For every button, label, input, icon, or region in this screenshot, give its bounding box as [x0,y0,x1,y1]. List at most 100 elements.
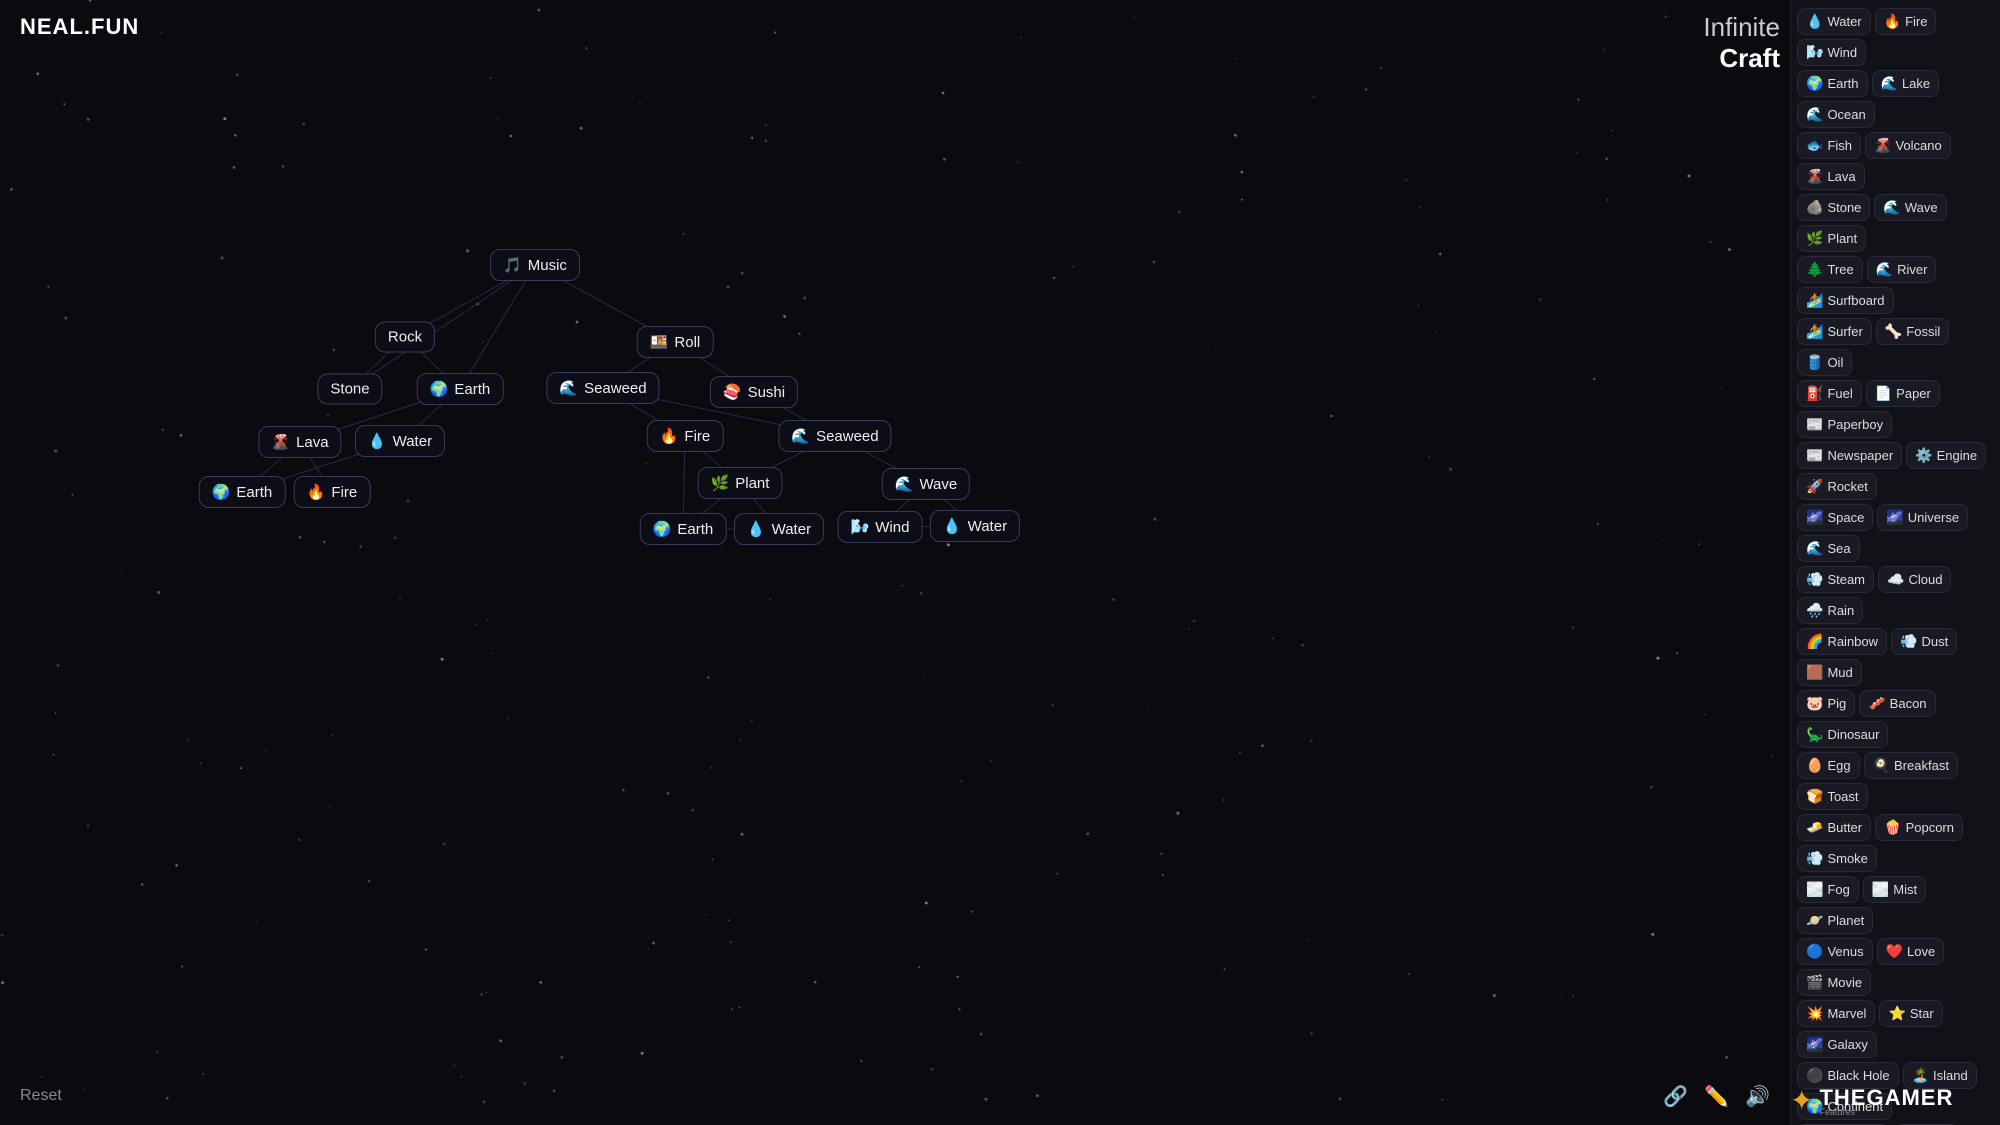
sidebar-element-marvel[interactable]: 💥Marvel [1797,1000,1875,1027]
sidebar-element-love[interactable]: ❤️Love [1877,938,1945,965]
edit-icon[interactable]: ✏️ [1704,1084,1729,1109]
node-icon: 🌊 [791,427,810,445]
node-earth3[interactable]: 🌍Earth [640,513,727,545]
sidebar-element-earth[interactable]: 🌍Earth [1797,70,1868,97]
sidebar-element-breakfast[interactable]: 🍳Breakfast [1864,752,1958,779]
node-fire1[interactable]: 🔥Fire [647,420,724,452]
sidebar-element-steam[interactable]: 💨Steam [1797,566,1874,593]
element-label: Space [1827,510,1864,525]
sound-icon[interactable]: 🔊 [1745,1084,1770,1109]
craft-canvas[interactable]: 🎵MusicRock🍱RollStone🌍Earth🌊Seaweed🍣Sushi… [0,0,1790,1125]
sidebar-element-rocket[interactable]: 🚀Rocket [1797,473,1877,500]
sidebar-element-water[interactable]: 💧Water [1797,8,1871,35]
sidebar-element-popcorn[interactable]: 🍿Popcorn [1875,814,1963,841]
sidebar-element-stone[interactable]: 🪨Stone [1797,194,1870,221]
sidebar-element-bacon[interactable]: 🥓Bacon [1859,690,1935,717]
sidebar-element-fog[interactable]: 🌫️Fog [1797,876,1859,903]
sidebar-element-lake[interactable]: 🌊Lake [1872,70,1940,97]
sidebar-element-engine[interactable]: ⚙️Engine [1906,442,1986,469]
node-water1[interactable]: 💧Water [355,425,445,457]
node-wind[interactable]: 🌬️Wind [838,511,923,543]
sidebar-element-wind[interactable]: 🌬️Wind [1797,39,1866,66]
sidebar-element-paper[interactable]: 📄 Paper [1866,380,1940,407]
sidebar-element-venus[interactable]: 🔵Venus [1797,938,1873,965]
element-label: Engine [1937,448,1977,463]
element-icon: 🌊 [1806,106,1823,123]
node-rock[interactable]: Rock [375,322,435,353]
element-label: Smoke [1827,851,1867,866]
sidebar-element-egg[interactable]: 🥚Egg [1797,752,1860,779]
node-label: Rock [388,329,422,346]
node-lava[interactable]: 🌋Lava [258,426,341,458]
node-water3[interactable]: 💧Water [930,510,1020,542]
element-label: Egg [1827,758,1850,773]
sidebar-element-planet[interactable]: 🪐Planet [1797,907,1873,934]
sidebar-element-lava[interactable]: 🌋Lava [1797,163,1865,190]
sidebar-element-paperboy[interactable]: 📰Paperboy [1797,411,1892,438]
sidebar-element-cloud[interactable]: ☁️Cloud [1878,566,1951,593]
node-icon: 🎵 [503,256,522,274]
sidebar-element-wave[interactable]: 🌊Wave [1874,194,1946,221]
sidebar-element-sea[interactable]: 🌊Sea [1797,535,1860,562]
sidebar-element-volcano[interactable]: 🌋 Volcano [1865,132,1951,159]
sidebar-element-river[interactable]: 🌊River [1867,256,1937,283]
element-icon: 🌋 [1806,168,1823,185]
node-wave[interactable]: 🌊Wave [882,468,970,500]
node-water2[interactable]: 💧Water [734,513,824,545]
element-icon: 📄 [1875,385,1892,402]
element-label: Fire [1905,14,1927,29]
node-roll[interactable]: 🍱Roll [637,326,714,358]
node-label: Seaweed [584,380,647,397]
sidebar-element-pig[interactable]: 🐷Pig [1797,690,1855,717]
node-icon: 🌊 [895,475,914,493]
sidebar-element-butter[interactable]: 🧈Butter [1797,814,1871,841]
element-label: Paper [1896,386,1931,401]
sidebar-element-smoke[interactable]: 💨Smoke [1797,845,1877,872]
node-fire2[interactable]: 🔥Fire [294,476,371,508]
sidebar-element-tree[interactable]: 🌲Tree [1797,256,1863,283]
element-icon: 🌋 [1874,137,1891,154]
sidebar-element-toast[interactable]: 🍞Toast [1797,783,1868,810]
element-icon: 🪐 [1806,912,1823,929]
sidebar-element-plant[interactable]: 🌿Plant [1797,225,1866,252]
sidebar-element-ocean[interactable]: 🌊Ocean [1797,101,1875,128]
sidebar-element-galaxy[interactable]: 🌌Galaxy [1797,1031,1877,1058]
sidebar-element-rainbow[interactable]: 🌈Rainbow [1797,628,1887,655]
node-icon: 💧 [747,520,766,538]
node-seaweed1[interactable]: 🌊Seaweed [546,372,659,404]
node-plant[interactable]: 🌿Plant [698,467,783,499]
sidebar-element-fossil[interactable]: 🦴Fossil [1876,318,1949,345]
elements-sidebar[interactable]: 💧Water🔥Fire🌬️Wind🌍Earth🌊Lake🌊Ocean🐟Fish🌋… [1790,0,2000,1125]
sidebar-element-dust[interactable]: 💨Dust [1891,628,1957,655]
sidebar-element-newspaper[interactable]: 📰Newspaper [1797,442,1902,469]
sidebar-element-mud[interactable]: 🟫Mud [1797,659,1862,686]
element-icon: 🌫️ [1806,881,1823,898]
element-label: Toast [1827,789,1858,804]
sidebar-element-surfer[interactable]: 🏄Surfer [1797,318,1872,345]
node-sushi[interactable]: 🍣Sushi [710,376,798,408]
sidebar-element-fire[interactable]: 🔥Fire [1875,8,1937,35]
node-stone[interactable]: Stone [317,374,382,405]
sidebar-element-fuel[interactable]: ⛽Fuel [1797,380,1862,407]
share-icon[interactable]: 🔗 [1663,1084,1688,1109]
reset-button[interactable]: Reset [20,1087,62,1105]
sidebar-element-dinosaur[interactable]: 🦕Dinosaur [1797,721,1888,748]
node-music[interactable]: 🎵Music [490,249,580,281]
sidebar-element-rain[interactable]: 🌧️Rain [1797,597,1863,624]
node-label: Plant [735,475,769,492]
sidebar-element-surfboard[interactable]: 🏄Surfboard [1797,287,1894,314]
node-earth2[interactable]: 🌍Earth [199,476,286,508]
sidebar-element-fish[interactable]: 🐟Fish [1797,132,1861,159]
sidebar-element-movie[interactable]: 🎬Movie [1797,969,1871,996]
element-label: Volcano [1895,138,1941,153]
element-label: Island [1933,1068,1968,1083]
element-icon: 💨 [1806,571,1823,588]
node-seaweed2[interactable]: 🌊Seaweed [778,420,891,452]
sidebar-element-mist[interactable]: 🌫️Mist [1863,876,1926,903]
sidebar-element-space[interactable]: 🌌Space [1797,504,1873,531]
sidebar-element-oil[interactable]: 🛢️Oil [1797,349,1852,376]
sidebar-element-star[interactable]: ⭐Star [1879,1000,1942,1027]
node-earth1[interactable]: 🌍Earth [417,373,504,405]
element-label: Dust [1921,634,1948,649]
sidebar-element-universe[interactable]: 🌌Universe [1877,504,1968,531]
